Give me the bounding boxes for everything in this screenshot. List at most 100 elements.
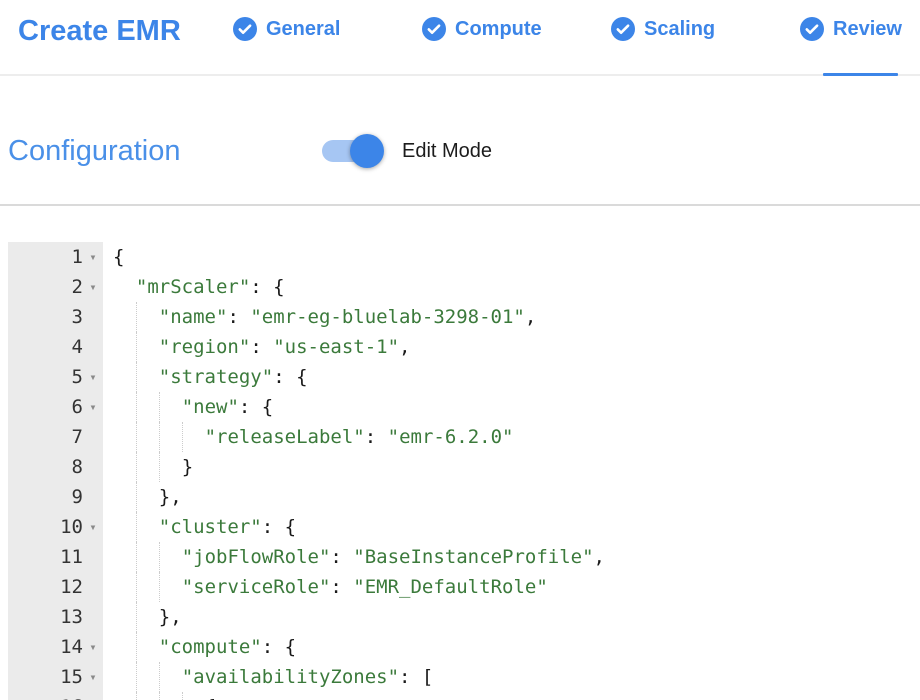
- fold-arrow-icon[interactable]: ▾: [83, 272, 103, 302]
- toggle-knob-icon: [350, 134, 384, 168]
- indent-guide: [136, 512, 137, 542]
- code-line[interactable]: "releaseLabel": "emr-6.2.0": [103, 422, 912, 452]
- gutter-row: 16▾: [8, 692, 103, 700]
- tab-review[interactable]: Review: [800, 17, 902, 41]
- line-number: 3: [8, 306, 83, 328]
- tab-label: Review: [833, 18, 902, 41]
- tab-label: Scaling: [644, 18, 715, 41]
- gutter-row: 4: [8, 332, 103, 362]
- fold-arrow-icon[interactable]: ▾: [83, 242, 103, 272]
- json-punctuation-token: ,: [594, 546, 605, 568]
- gutter-row: 3: [8, 302, 103, 332]
- indent-guide: [159, 542, 160, 572]
- code-line[interactable]: "strategy": {: [103, 362, 912, 392]
- indent-guide: [136, 692, 137, 700]
- json-string-token: "us-east-1": [273, 336, 399, 358]
- tab-compute[interactable]: Compute: [422, 17, 542, 41]
- indent-guide: [159, 692, 160, 700]
- indent-guide: [182, 692, 183, 700]
- json-punctuation-token: {: [205, 696, 216, 700]
- json-punctuation-token: : {: [250, 276, 284, 298]
- indent-guide: [136, 392, 137, 422]
- gutter-row: 9: [8, 482, 103, 512]
- code-line[interactable]: }: [103, 452, 912, 482]
- code-line[interactable]: "jobFlowRole": "BaseInstanceProfile",: [103, 542, 912, 572]
- indent-guide: [136, 332, 137, 362]
- json-punctuation-token: ,: [399, 336, 410, 358]
- line-number: 8: [8, 456, 83, 478]
- code-line[interactable]: "name": "emr-eg-bluelab-3298-01",: [103, 302, 912, 332]
- code-line[interactable]: "serviceRole": "EMR_DefaultRole": [103, 572, 912, 602]
- json-punctuation-token: :: [365, 426, 388, 448]
- json-string-token: "EMR_DefaultRole": [353, 576, 547, 598]
- gutter-row: 8: [8, 452, 103, 482]
- gutter-row: 2▾: [8, 272, 103, 302]
- gutter-row: 15▾: [8, 662, 103, 692]
- code-line[interactable]: },: [103, 482, 912, 512]
- indent-guide: [136, 632, 137, 662]
- tab-label: Compute: [455, 18, 542, 41]
- code-line[interactable]: "compute": {: [103, 632, 912, 662]
- indent-guide: [136, 662, 137, 692]
- code-line[interactable]: "region": "us-east-1",: [103, 332, 912, 362]
- edit-mode-toggle[interactable]: [322, 140, 372, 162]
- json-punctuation-token: }: [182, 456, 193, 478]
- line-number: 11: [8, 546, 83, 568]
- active-tab-underline: [823, 73, 898, 76]
- fold-arrow-icon[interactable]: ▾: [83, 512, 103, 542]
- json-string-token: "availabilityZones": [182, 666, 399, 688]
- json-string-token: "emr-6.2.0": [388, 426, 514, 448]
- json-string-token: "compute": [159, 636, 262, 658]
- line-number: 10: [8, 516, 83, 538]
- tab-general[interactable]: General: [233, 17, 340, 41]
- json-string-token: "region": [159, 336, 251, 358]
- fold-arrow-icon[interactable]: ▾: [83, 662, 103, 692]
- code-line[interactable]: "cluster": {: [103, 512, 912, 542]
- indent-guide: [182, 422, 183, 452]
- indent-guide: [136, 452, 137, 482]
- line-number: 15: [8, 666, 83, 688]
- indent-guide: [136, 422, 137, 452]
- gutter-row: 7: [8, 422, 103, 452]
- gutter-row: 11: [8, 542, 103, 572]
- fold-arrow-icon[interactable]: ▾: [83, 632, 103, 662]
- check-circle-icon: [233, 17, 257, 41]
- gutter-row: 12: [8, 572, 103, 602]
- line-number: 16: [8, 696, 83, 700]
- fold-arrow-icon[interactable]: ▾: [83, 362, 103, 392]
- code-line[interactable]: "availabilityZones": [: [103, 662, 912, 692]
- fold-arrow-icon[interactable]: ▾: [83, 392, 103, 422]
- json-punctuation-token: :: [250, 336, 273, 358]
- json-punctuation-token: : {: [262, 516, 296, 538]
- json-string-token: "releaseLabel": [205, 426, 365, 448]
- editor-gutter: 1▾2▾345▾6▾78910▾11121314▾15▾16▾: [8, 242, 103, 700]
- fold-arrow-icon[interactable]: ▾: [83, 692, 103, 700]
- section-divider: [0, 204, 920, 206]
- json-string-token: "emr-eg-bluelab-3298-01": [250, 306, 525, 328]
- json-string-token: "mrScaler": [136, 276, 250, 298]
- indent-guide: [159, 392, 160, 422]
- editor-code-area[interactable]: {"mrScaler": {"name": "emr-eg-bluelab-32…: [103, 242, 912, 700]
- tab-scaling[interactable]: Scaling: [611, 17, 715, 41]
- code-line[interactable]: "mrScaler": {: [103, 272, 912, 302]
- code-line[interactable]: {: [103, 242, 912, 272]
- json-punctuation-token: : {: [273, 366, 307, 388]
- line-number: 13: [8, 606, 83, 628]
- code-line[interactable]: "new": {: [103, 392, 912, 422]
- gutter-row: 6▾: [8, 392, 103, 422]
- line-number: 5: [8, 366, 83, 388]
- json-punctuation-token: {: [113, 246, 124, 268]
- create-emr-page: Create EMR General Compute Scaling Revie…: [0, 0, 920, 700]
- indent-guide: [159, 662, 160, 692]
- indent-guide: [159, 422, 160, 452]
- json-string-token: "jobFlowRole": [182, 546, 331, 568]
- line-number: 7: [8, 426, 83, 448]
- section-title-configuration: Configuration: [8, 122, 181, 180]
- indent-guide: [136, 362, 137, 392]
- json-punctuation-token: : {: [239, 396, 273, 418]
- code-line[interactable]: {: [103, 692, 912, 700]
- indent-guide: [159, 572, 160, 602]
- code-line[interactable]: },: [103, 602, 912, 632]
- json-editor[interactable]: 1▾2▾345▾6▾78910▾11121314▾15▾16▾ {"mrScal…: [8, 242, 912, 700]
- line-number: 4: [8, 336, 83, 358]
